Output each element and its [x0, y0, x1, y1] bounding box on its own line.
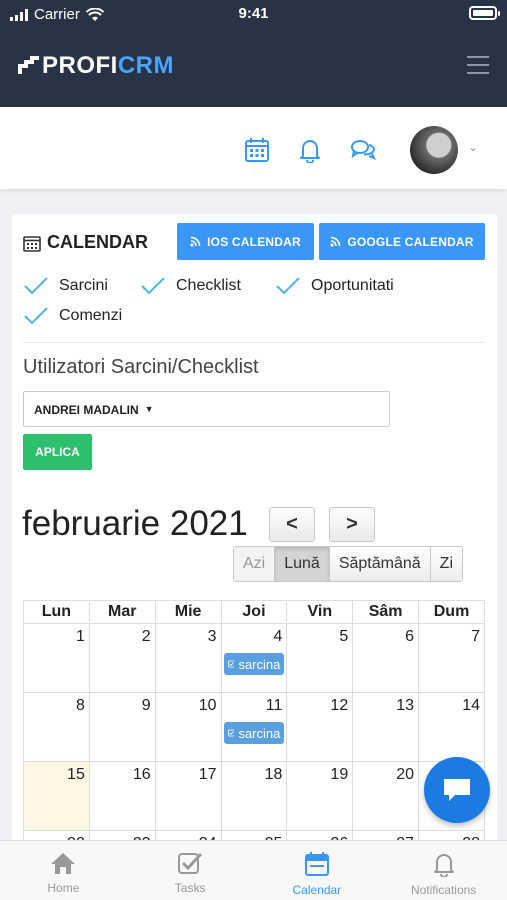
week-row: 15 16 17 18 19 20 21: [23, 761, 485, 831]
ios-calendar-button[interactable]: IOS CALENDAR: [177, 223, 314, 260]
logo-text-crm: CRM: [117, 52, 174, 79]
avatar[interactable]: [410, 126, 458, 174]
day-cell[interactable]: 10: [154, 692, 222, 762]
day-cell[interactable]: 19: [286, 761, 354, 831]
calendar-card: CALENDAR IOS CALENDAR GOOGLE CALENDAR Sa…: [12, 214, 497, 900]
checkbox-icon: [227, 660, 235, 668]
chat-icon[interactable]: [350, 137, 376, 163]
users-label: Utilizatori Sarcini/Checklist: [23, 356, 259, 378]
weekday-header: Sâm: [352, 600, 420, 624]
day-cell[interactable]: 5: [286, 623, 354, 693]
app-logo[interactable]: PROFI CRM: [18, 52, 174, 80]
calendar-icon[interactable]: [244, 137, 270, 163]
day-cell[interactable]: 20: [352, 761, 420, 831]
apply-button[interactable]: APLICA: [23, 434, 92, 470]
card-title-text: CALENDAR: [47, 232, 148, 252]
day-view-button[interactable]: Zi: [430, 547, 462, 581]
filter-sarcini[interactable]: Sarcini: [23, 276, 108, 296]
calendar-event[interactable]: sarcina: [223, 722, 285, 744]
day-cell[interactable]: 3: [154, 623, 222, 693]
day-cell[interactable]: 9: [88, 692, 156, 762]
filter-comenzi[interactable]: Comenzi: [23, 306, 122, 326]
battery-icon: [469, 6, 500, 20]
status-time: 9:41: [238, 5, 269, 22]
status-bar: Carrier 9:41: [0, 0, 507, 30]
day-cell-today[interactable]: 15: [23, 761, 90, 831]
weekday-header: Mar: [88, 600, 156, 624]
week-row: 1 2 3 4 sarcina 5 6 7: [23, 623, 485, 693]
logo-text-profi: PROFI: [42, 52, 118, 79]
week-row: 8 9 10 11 sarcina 12 13 14: [23, 692, 485, 762]
rss-icon: [330, 236, 341, 247]
divider: [23, 342, 485, 343]
day-cell[interactable]: 7: [418, 623, 485, 693]
calendar-event[interactable]: sarcina: [223, 653, 285, 675]
home-icon: [51, 853, 76, 874]
app-header: Carrier 9:41 PROFI CRM: [0, 0, 507, 107]
check-icon: [141, 277, 165, 295]
check-icon: [24, 307, 48, 325]
day-cell[interactable]: 6: [352, 623, 420, 693]
weekday-header: Dum: [418, 600, 485, 624]
day-cell[interactable]: 18: [220, 761, 288, 831]
user-select[interactable]: ANDREI MADALIN ▼: [23, 391, 390, 427]
tab-tasks[interactable]: Tasks: [127, 841, 254, 900]
chevron-down-icon[interactable]: ⌄: [468, 140, 478, 154]
filter-checklist[interactable]: Checklist: [140, 276, 241, 296]
check-icon: [24, 277, 48, 295]
tab-notifications[interactable]: Notifications: [380, 841, 507, 900]
weekday-header: Mie: [154, 600, 222, 624]
message-icon: [444, 779, 470, 801]
checkbox-icon: [178, 852, 203, 874]
card-title: CALENDAR: [23, 232, 148, 253]
day-cell[interactable]: 16: [88, 761, 156, 831]
day-cell[interactable]: 1: [23, 623, 90, 693]
weekday-header: Joi: [220, 600, 288, 624]
day-cell[interactable]: 8: [23, 692, 90, 762]
day-cell[interactable]: 2: [88, 623, 156, 693]
chat-fab-button[interactable]: [424, 757, 490, 823]
day-cell[interactable]: 13: [352, 692, 420, 762]
day-cell[interactable]: 12: [286, 692, 354, 762]
bell-icon: [433, 854, 454, 877]
tab-home[interactable]: Home: [0, 841, 127, 900]
day-cell[interactable]: 11 sarcina: [220, 692, 288, 762]
google-calendar-button[interactable]: GOOGLE CALENDAR: [319, 223, 485, 260]
week-view-button[interactable]: Săptămână: [329, 547, 431, 581]
day-cell[interactable]: 14: [418, 692, 485, 762]
rss-icon: [190, 236, 201, 247]
tab-calendar[interactable]: Calendar: [254, 841, 381, 900]
menu-icon[interactable]: [467, 56, 489, 80]
prev-month-button[interactable]: <: [269, 507, 315, 542]
user-select-value: ANDREI MADALIN: [34, 403, 139, 417]
calendar-title-icon: [23, 235, 41, 252]
logo-mark-icon: [18, 56, 39, 74]
tab-bar: Home Tasks Calendar Notifications: [0, 840, 507, 900]
bell-icon[interactable]: [297, 137, 323, 163]
today-button[interactable]: Azi: [234, 547, 276, 581]
checkbox-icon: [227, 729, 235, 737]
weekday-header: Lun: [23, 600, 90, 624]
next-month-button[interactable]: >: [329, 507, 375, 542]
weekday-header: Vin: [286, 600, 354, 624]
month-view-button[interactable]: Lună: [275, 547, 330, 581]
day-cell[interactable]: 4 sarcina: [220, 623, 288, 693]
filter-oportunitati[interactable]: Oportunitati: [275, 276, 394, 296]
view-switcher: Azi Lună Săptămână Zi: [233, 546, 463, 582]
month-title: februarie 2021: [22, 504, 248, 543]
calendar-icon: [304, 852, 329, 876]
day-cell[interactable]: 17: [154, 761, 222, 831]
check-icon: [276, 277, 300, 295]
caret-down-icon: ▼: [144, 404, 154, 414]
